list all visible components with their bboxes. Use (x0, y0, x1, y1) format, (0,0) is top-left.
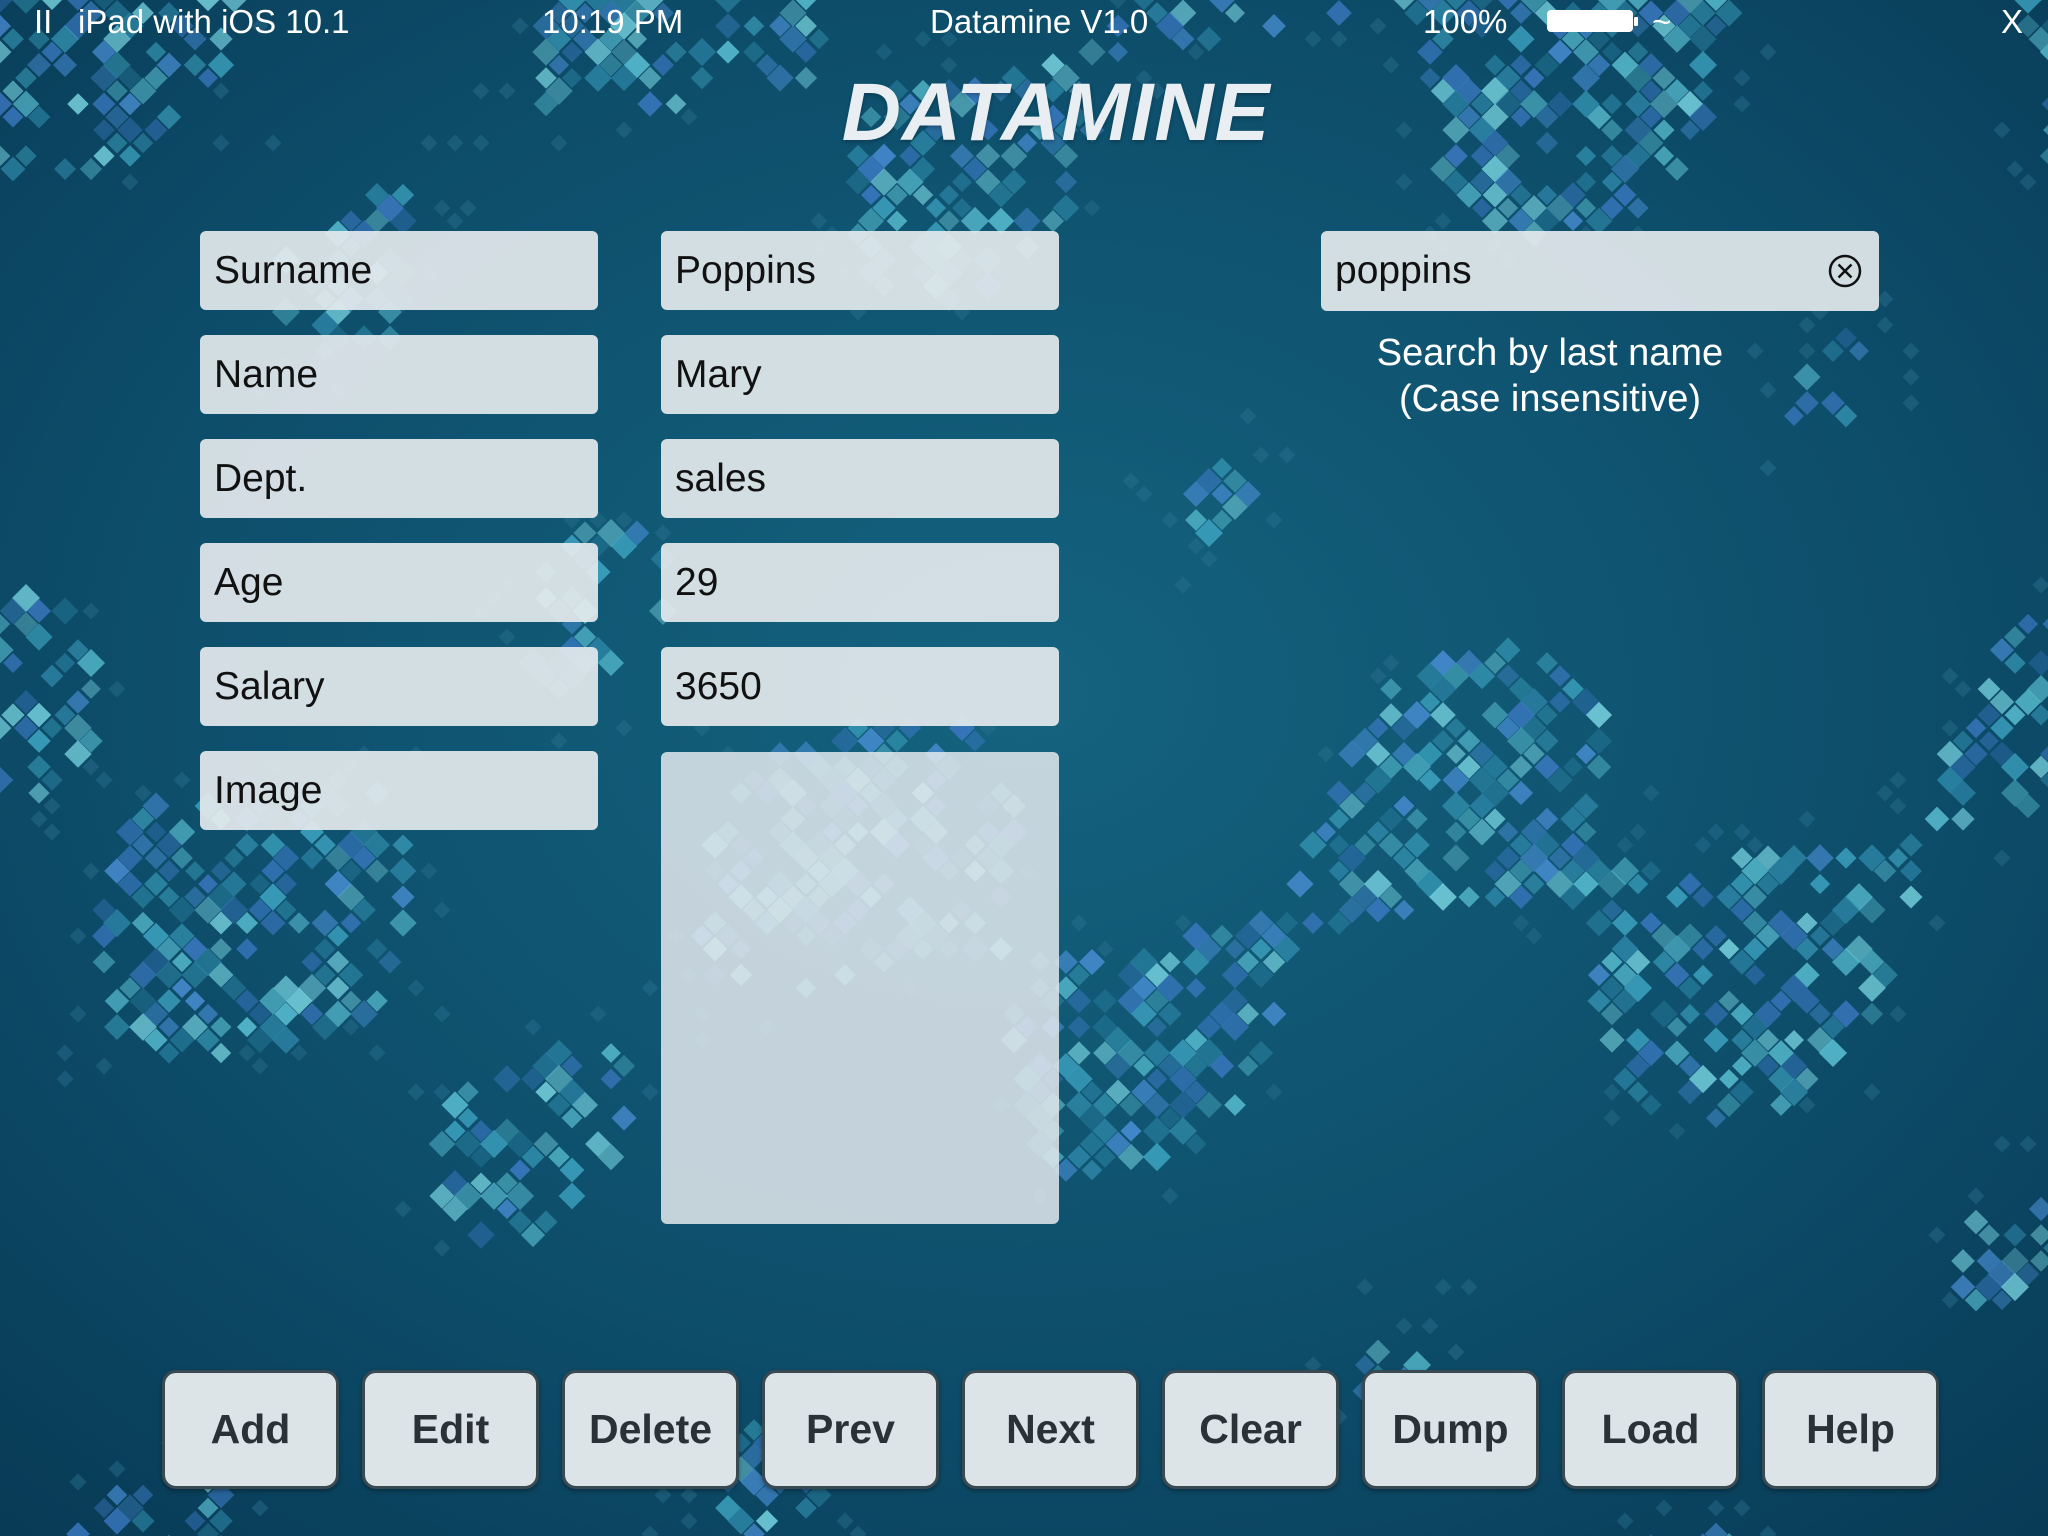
clear-button[interactable]: Clear (1162, 1370, 1339, 1489)
load-button[interactable]: Load (1562, 1370, 1739, 1489)
search-input[interactable]: poppins (1321, 231, 1879, 311)
battery-icon (1547, 10, 1638, 32)
help-button[interactable]: Help (1762, 1370, 1939, 1489)
salary-field[interactable]: 3650 (661, 647, 1059, 726)
prev-button[interactable]: Prev (762, 1370, 939, 1489)
image-label: Image (200, 751, 598, 830)
add-button[interactable]: Add (162, 1370, 339, 1489)
name-label: Name (200, 335, 598, 414)
app-logo: DATAMINE (841, 67, 1271, 158)
name-field[interactable]: Mary (661, 335, 1059, 414)
surname-label: Surname (200, 231, 598, 310)
image-view[interactable] (661, 752, 1059, 1224)
app-title: Datamine V1.0 (930, 3, 1149, 40)
dept-field[interactable]: sales (661, 439, 1059, 518)
clock: 10:19 PM (542, 3, 684, 40)
delete-button[interactable]: Delete (562, 1370, 739, 1489)
toolbar: Add Edit Delete Prev Next Clear Dump Loa… (0, 1370, 2048, 1490)
edit-button[interactable]: Edit (362, 1370, 539, 1489)
close-icon[interactable]: X (2001, 2, 2023, 42)
search-value: poppins (1335, 249, 1472, 292)
age-field[interactable]: 29 (661, 543, 1059, 622)
search-hint: Search by last name (Case insensitive) (1300, 330, 1800, 422)
battery-percent: 100% (1423, 3, 1508, 40)
salary-label: Salary (200, 647, 598, 726)
search-hint-line2: (Case insensitive) (1399, 378, 1701, 420)
age-label: Age (200, 543, 598, 622)
dept-label: Dept. (200, 439, 598, 518)
dump-button[interactable]: Dump (1362, 1370, 1539, 1489)
pause-icon[interactable]: II (34, 2, 52, 42)
clear-search-icon[interactable] (1827, 253, 1863, 289)
wifi-icon: ~ (1652, 3, 1672, 40)
next-button[interactable]: Next (962, 1370, 1139, 1489)
device-label: iPad with iOS 10.1 (78, 3, 350, 40)
search-hint-line1: Search by last name (1376, 332, 1724, 374)
surname-field[interactable]: Poppins (661, 231, 1059, 310)
